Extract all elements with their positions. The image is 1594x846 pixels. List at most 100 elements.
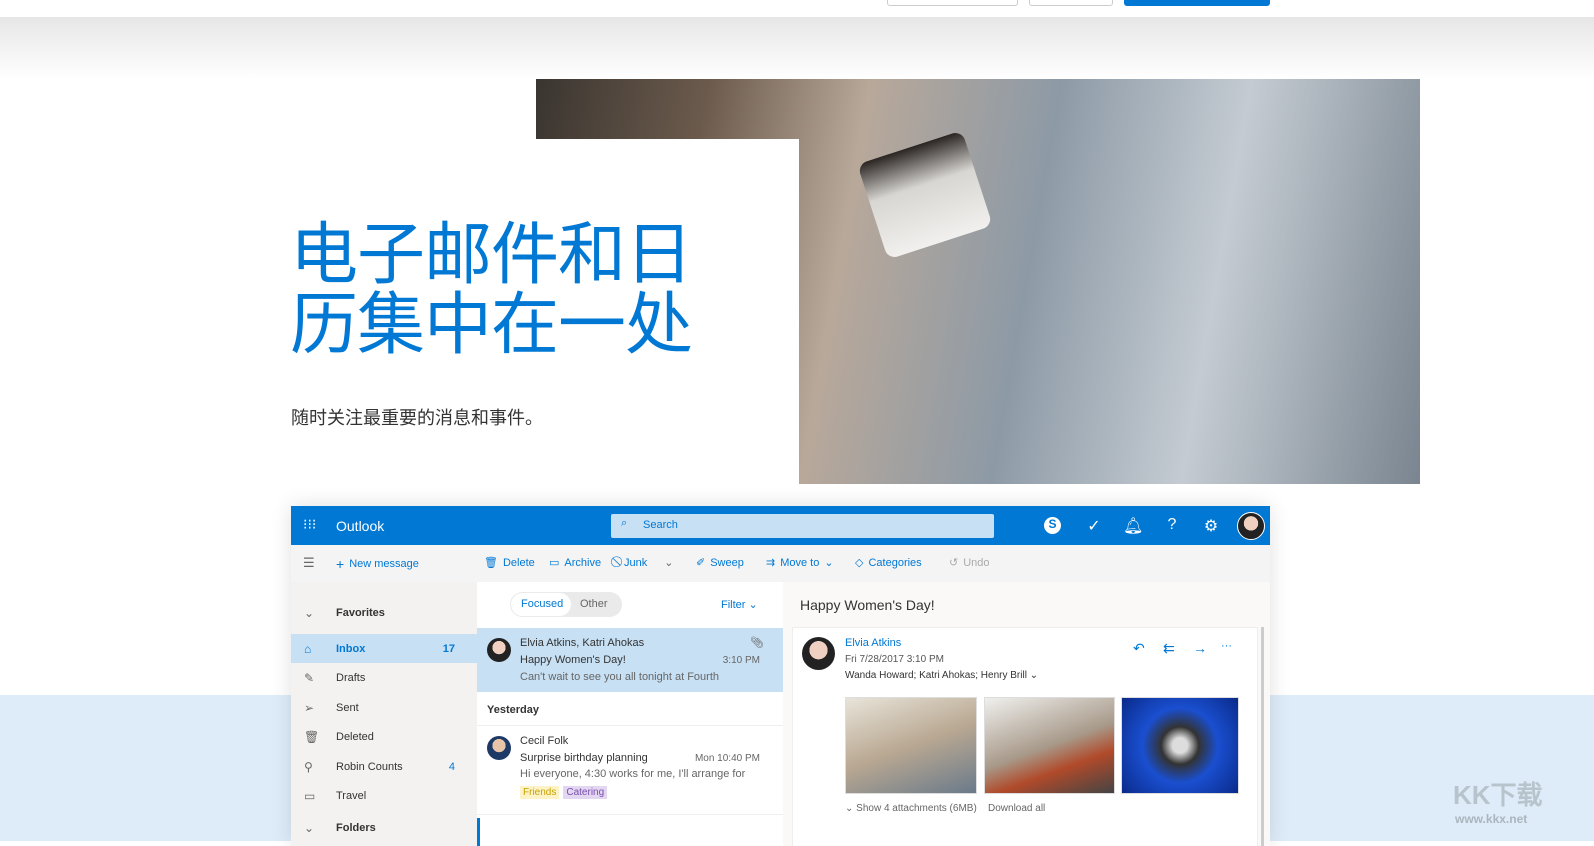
nav-label: Robin Counts	[336, 760, 403, 773]
undo-button[interactable]: ↺ Undo	[949, 556, 990, 570]
reply-all-icon[interactable]: ⇇	[1163, 640, 1175, 657]
more-icon[interactable]: ···	[1221, 640, 1232, 652]
help-icon[interactable]: ?	[1162, 516, 1182, 534]
paperclip-icon: 📎︎	[750, 637, 764, 649]
show-attachments-link[interactable]: ⌄ Show 4 attachments (6MB)	[845, 803, 977, 814]
nav-item-sent[interactable]: ➢ Sent	[291, 693, 477, 722]
nav-item-drafts[interactable]: ✎ Drafts	[291, 663, 477, 692]
nav-item-robin-counts[interactable]: ⚲ Robin Counts 4	[291, 752, 477, 781]
sweep-button[interactable]: ✐ Sweep	[696, 556, 744, 570]
message-subject: Surprise birthday planning	[520, 752, 648, 764]
group-header: Yesterday	[487, 704, 539, 716]
message-item[interactable]: Elvia Atkins, Katri Ahokas 📎︎ Happy Wome…	[477, 628, 783, 692]
new-message-label: New message	[349, 558, 419, 570]
inbox-icon: ⌂	[304, 641, 312, 656]
gray-band	[0, 17, 1594, 79]
attachment-thumbnail[interactable]	[1121, 697, 1239, 794]
nav-button[interactable]	[1029, 0, 1113, 6]
archive-icon: ▭	[549, 557, 560, 569]
search-placeholder: Search	[643, 519, 678, 531]
nav-button[interactable]	[887, 0, 1018, 6]
tab-focused[interactable]: Focused	[511, 593, 571, 616]
hero-subtitle: 随时关注最重要的消息和事件。	[291, 408, 543, 428]
filter-button[interactable]: Filter ⌄	[721, 598, 758, 611]
selection-indicator	[477, 818, 480, 846]
nav-label: Inbox	[336, 642, 366, 655]
nav-label: Drafts	[336, 671, 366, 684]
filter-label: Filter	[721, 599, 746, 611]
categories-label: Categories	[868, 556, 922, 569]
folders-header[interactable]: ⌄ Folders	[291, 813, 477, 842]
avatar[interactable]	[1237, 512, 1265, 540]
categories-button[interactable]: ◇ Categories	[855, 556, 922, 570]
category-tag: Catering	[563, 786, 608, 799]
avatar	[487, 736, 511, 760]
recipients: Wanda Howard; Katri Ahokas; Henry Brill …	[845, 670, 1038, 681]
folders-label: Folders	[336, 821, 376, 834]
nav-item-inbox[interactable]: ⌂ Inbox 17	[291, 634, 477, 663]
hamburger-icon[interactable]: ☰	[303, 555, 315, 571]
watermark-url: www.kkx.net	[1455, 812, 1528, 826]
download-all-link[interactable]: Download all	[988, 803, 1045, 814]
chevron-down-icon: ⌄	[304, 820, 315, 835]
chevron-down-icon[interactable]: ⌄	[664, 556, 673, 569]
tab-other[interactable]: Other	[580, 598, 608, 610]
move-to-label: Move to	[780, 556, 820, 569]
trash-icon: 🗑︎	[484, 557, 498, 569]
attachment-thumbnail[interactable]	[845, 697, 977, 794]
folder-icon: ▭	[304, 788, 316, 803]
app-launcher-icon[interactable]: ⁝⁝⁝	[303, 516, 316, 533]
junk-button[interactable]: ⃠Junk⌄	[619, 556, 673, 570]
undo-icon: ↺	[949, 557, 959, 569]
primary-nav-button[interactable]	[1124, 0, 1270, 6]
expand-icon[interactable]: ⌄	[1030, 670, 1038, 681]
archive-label: Archive	[564, 556, 602, 569]
message-from: Cecil Folk	[520, 735, 569, 747]
message-item[interactable]: Cecil Folk Surprise birthday planning Mo…	[477, 725, 783, 815]
message-date: Fri 7/28/2017 3:10 PM	[845, 654, 944, 665]
gear-icon[interactable]: ⚙	[1201, 516, 1221, 536]
delete-button[interactable]: 🗑︎ Delete	[484, 556, 535, 570]
chevron-down-icon: ⌄	[304, 605, 315, 620]
message-time: 3:10 PM	[722, 655, 760, 666]
search-input[interactable]: ⌕ Search	[611, 514, 994, 538]
new-message-button[interactable]: + New message	[336, 556, 419, 572]
trash-icon: 🗑︎	[304, 729, 320, 744]
person-icon: ⚲	[304, 759, 313, 774]
sender-name[interactable]: Elvia Atkins	[845, 637, 901, 649]
forward-icon[interactable]: →	[1193, 640, 1207, 656]
message-card: Elvia Atkins Fri 7/28/2017 3:10 PM Wanda…	[792, 627, 1258, 846]
bell-icon[interactable]: 🔔︎	[1123, 516, 1143, 536]
unread-count: 17	[442, 642, 455, 655]
tag-icon: ◇	[855, 557, 864, 569]
message-preview: Hi everyone, 4:30 works for me, I'll arr…	[520, 768, 746, 780]
nav-item-travel[interactable]: ▭ Travel	[291, 781, 477, 810]
reply-icon[interactable]: ↶	[1133, 640, 1145, 657]
nav-label: Travel	[336, 789, 367, 802]
message-subject: Happy Women's Day!	[520, 654, 626, 666]
sweep-label: Sweep	[710, 556, 744, 569]
nav-label: Deleted	[336, 730, 374, 743]
plus-icon: +	[336, 556, 345, 572]
undo-label: Undo	[963, 556, 990, 569]
focused-other-toggle: Focused Other	[510, 592, 622, 617]
attachment-thumbnail[interactable]	[984, 697, 1115, 794]
junk-label: Junk	[624, 556, 648, 569]
hero-headline: 电子邮件和日历集中在一处	[290, 217, 693, 363]
nav-item-deleted[interactable]: 🗑︎ Deleted	[291, 722, 477, 751]
folder-nav: ⌄ Favorites ⌂ Inbox 17 ✎ Drafts ➢ Sent 🗑︎ Dele…	[291, 582, 477, 846]
move-to-button[interactable]: ⇉ Move to ⌄	[766, 556, 834, 570]
send-icon: ➢	[304, 700, 315, 715]
recipients-text: Wanda Howard; Katri Ahokas; Henry Brill	[845, 670, 1027, 681]
todo-check-icon[interactable]: ✓	[1084, 516, 1104, 536]
avatar	[487, 638, 511, 662]
scrollbar[interactable]	[1261, 627, 1264, 846]
move-icon: ⇉	[766, 557, 776, 569]
favorites-header[interactable]: ⌄ Favorites	[291, 598, 477, 627]
reading-subject: Happy Women's Day!	[800, 597, 935, 613]
outlook-preview: ⁝⁝⁝ Outlook ⌕ Search S ✓ 🔔︎ ? ⚙ ☰ + New me…	[291, 506, 1270, 846]
top-nav-bar	[0, 0, 1594, 17]
show-attachments-label: Show 4 attachments (6MB)	[856, 803, 977, 814]
skype-icon[interactable]: S	[1044, 517, 1061, 534]
archive-button[interactable]: ▭ Archive	[549, 556, 602, 570]
